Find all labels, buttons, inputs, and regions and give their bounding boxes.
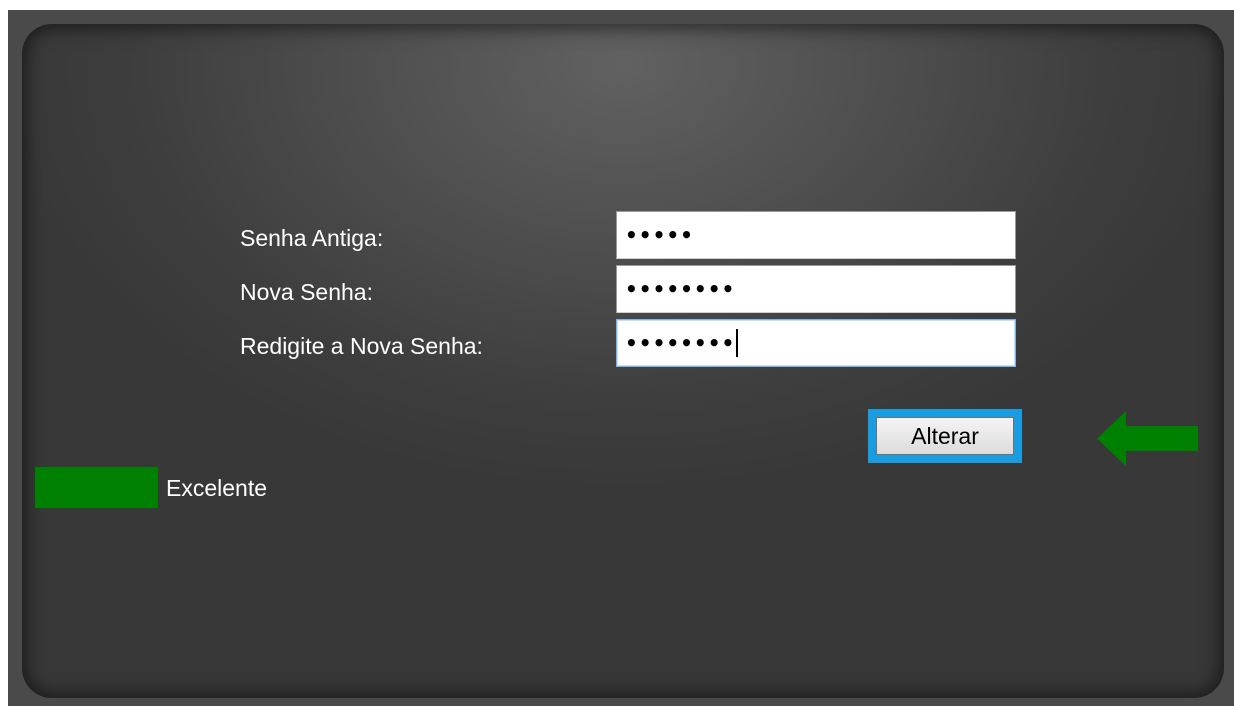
confirm-password-field[interactable]: •••••••• (616, 319, 1016, 367)
new-password-field[interactable]: •••••••• (616, 265, 1016, 313)
password-strength-bar (35, 467, 158, 508)
old-password-value: ••••• (625, 223, 694, 247)
alterar-button[interactable]: Alterar (876, 417, 1014, 455)
new-password-label: Nova Senha: (240, 279, 373, 305)
confirm-password-value: •••••••• (625, 331, 736, 355)
left-arrow-icon (1097, 411, 1198, 466)
submit-button-focus-ring: Alterar (868, 409, 1022, 463)
password-strength-label: Excelente (166, 475, 268, 501)
confirm-password-label: Redigite a Nova Senha: (240, 333, 483, 359)
new-password-value: •••••••• (625, 277, 736, 301)
old-password-field[interactable]: ••••• (616, 211, 1016, 259)
text-caret (736, 329, 739, 357)
old-password-label: Senha Antiga: (240, 225, 384, 251)
